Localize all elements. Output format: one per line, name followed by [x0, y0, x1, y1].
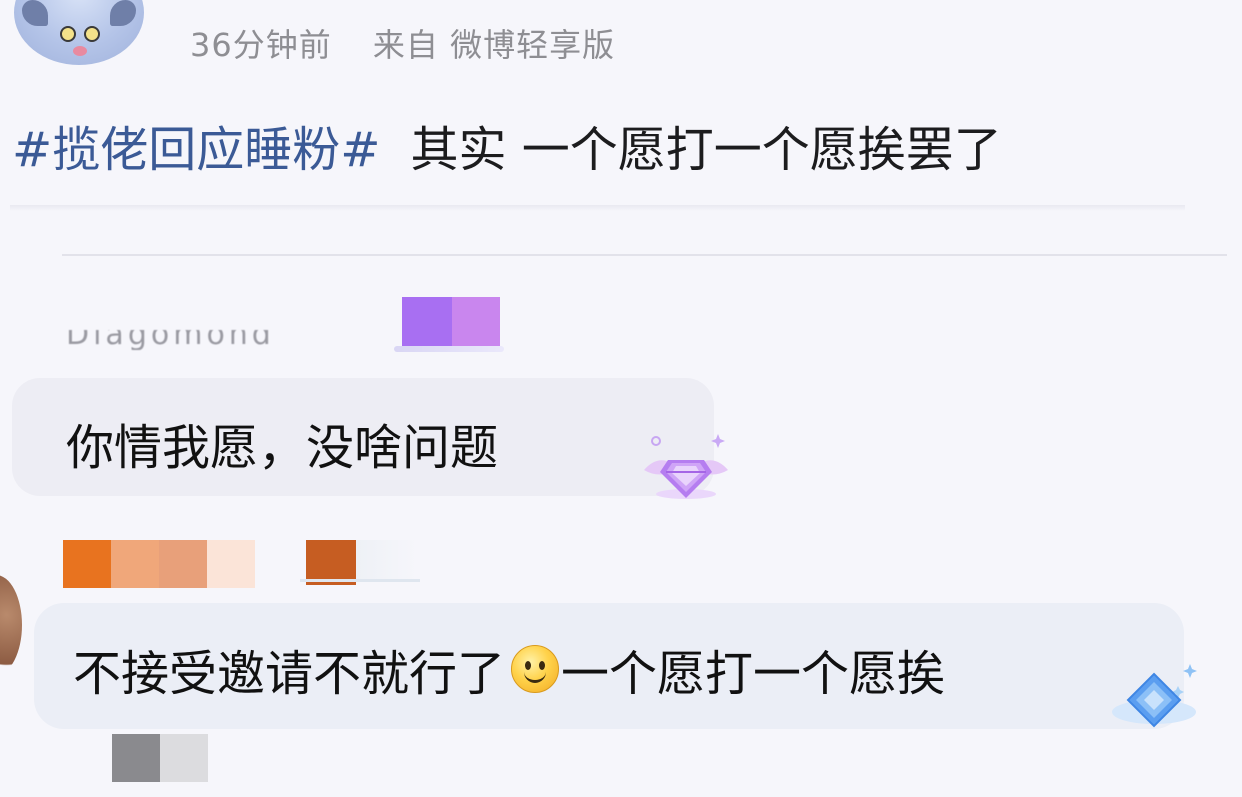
avatar-ear-right: [110, 0, 136, 26]
smiley-eye: [539, 661, 546, 670]
avatar-eye-right: [84, 26, 100, 42]
redaction-fade: [356, 540, 418, 580]
post-source[interactable]: 来自 微博轻享版: [373, 26, 615, 64]
smiley-eye: [525, 661, 532, 670]
purple-diamond-fan-badge-icon: ▾: [644, 434, 728, 499]
redaction-block: [207, 540, 255, 588]
comment-1-text: 你情我愿，没啥问题: [66, 420, 499, 476]
comment-2-text-part2: 一个愿打一个愿挨: [561, 646, 946, 702]
post-meta: 36分钟前 来自 微博轻享版: [190, 20, 645, 66]
comment-2-text-part1: 不接受邀请不就行了: [73, 646, 506, 702]
blue-diamond-fan-badge-icon: ▾: [1112, 664, 1197, 728]
redaction-block: [63, 540, 111, 588]
comment-1-username[interactable]: Diagomond: [66, 330, 275, 350]
redaction-block: [160, 734, 208, 782]
redaction-block: [111, 540, 159, 588]
comment-1-name-redaction: [402, 297, 500, 349]
comments-divider: [62, 254, 1227, 256]
redaction-block: [159, 540, 207, 588]
smiley-face-icon: [511, 645, 560, 693]
comment-2-text: 不接受邀请不就行了 一个愿打一个愿挨: [73, 634, 945, 704]
post-divider-shadow: [10, 205, 1185, 211]
author-avatar[interactable]: [14, 0, 144, 65]
avatar-eye-left: [60, 26, 76, 42]
redaction-underline: [300, 579, 420, 582]
post-time: 36分钟前: [190, 26, 332, 64]
avatar-nose: [73, 46, 87, 56]
comment-3-name-redaction: [112, 734, 208, 782]
smiley-mouth: [524, 672, 547, 683]
weibo-post-page: 36分钟前 来自 微博轻享版 #揽佬回应睡粉# 其实 一个愿打一个愿挨罢了 Dia…: [0, 0, 1242, 797]
avatar-ear-left: [22, 0, 48, 26]
redaction-underline: [394, 346, 504, 352]
redaction-block: [402, 297, 452, 349]
comment-2-avatar[interactable]: [0, 575, 22, 675]
hashtag-link[interactable]: #揽佬回应睡粉#: [12, 122, 380, 178]
post-body: 其实 一个愿打一个愿挨罢了: [410, 122, 1002, 178]
redaction-block: [452, 297, 500, 349]
post-content: #揽佬回应睡粉# 其实 一个愿打一个愿挨罢了: [12, 110, 1002, 180]
comment-2-name-redaction: [63, 540, 255, 588]
redaction-block: [112, 734, 160, 782]
